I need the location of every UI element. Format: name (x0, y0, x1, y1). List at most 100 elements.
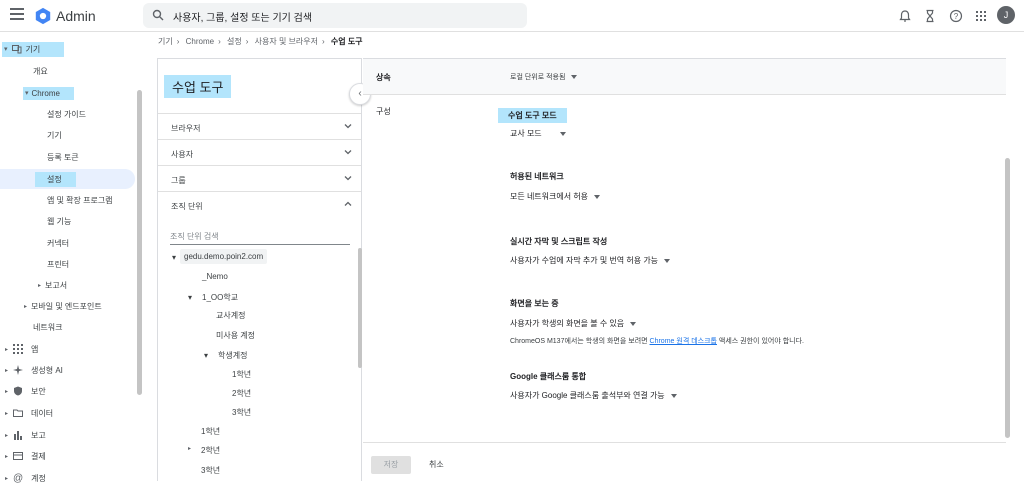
breadcrumb-chevron-icon: › (321, 37, 325, 46)
sidebar-item-label: 등록 토큰 (47, 152, 79, 162)
sidebar-item-label: 설정 가이드 (47, 109, 87, 119)
sidebar-item-printers[interactable]: 프린터 (47, 254, 69, 274)
sidebar-item-label: 설정 (35, 171, 76, 187)
credit-card-icon (13, 452, 24, 460)
bell-icon[interactable] (898, 9, 912, 23)
dropdown-arrow-icon (630, 321, 637, 326)
apps-icon (13, 344, 24, 354)
sidebar-item-label: 프린터 (47, 259, 70, 269)
sidebar-item-label: 커넥터 (47, 238, 70, 248)
tree-node-grade3[interactable]: 3학년 (232, 407, 251, 418)
allowed-network-dropdown[interactable]: 모든 네트워크에서 허용 (510, 191, 601, 202)
org-panel-scrollbar[interactable] (358, 248, 362, 368)
tree-node-teacher-account[interactable]: 교사계정 (216, 310, 245, 321)
sidebar-item-security[interactable]: ▸ 보안 (5, 381, 46, 401)
sidebar-item-apps[interactable]: ▸ 앱 (5, 339, 38, 359)
accordion-groups[interactable]: 그룹 (158, 165, 361, 191)
caret-right-icon: ▸ (5, 475, 9, 482)
tree-node-grade2[interactable]: 2학년 (232, 388, 251, 399)
caret-right-icon: ▸ (5, 432, 9, 439)
tree-node-top-grade1[interactable]: 1학년 (201, 426, 220, 437)
sidebar-item-devices[interactable]: ▾ 기기 (2, 39, 65, 59)
panel-title: 수업 도구 (164, 75, 232, 98)
note-prefix: ChromeOS M137에서는 학생의 화면을 보려면 (510, 338, 650, 345)
tree-node-grade1[interactable]: 1학년 (232, 369, 251, 380)
menu-icon[interactable] (10, 8, 24, 22)
tree-node-nemo[interactable]: _Nemo (202, 272, 228, 281)
tree-caret-down-icon[interactable]: ▾ (188, 293, 192, 302)
tree-caret-right-icon[interactable]: ▸ (188, 445, 191, 452)
sidebar-item-setup-guide[interactable]: 설정 가이드 (47, 104, 86, 124)
sidebar-item-enroll-token[interactable]: 등록 토큰 (47, 147, 79, 167)
breadcrumb-devices[interactable]: 기기 (158, 37, 173, 46)
accordion-users[interactable]: 사용자 (158, 139, 361, 165)
sidebar-item-reports[interactable]: ▸ 보고서 (38, 275, 67, 295)
accordion-browser[interactable]: 브라우저 (158, 113, 361, 139)
apps-grid-icon[interactable] (974, 9, 988, 23)
sidebar-item-web-features[interactable]: 웹 기능 (47, 211, 71, 231)
tree-node-unused-account[interactable]: 미사용 계정 (216, 330, 255, 341)
sidebar-item-label: 결제 (31, 451, 46, 461)
breadcrumb-chrome[interactable]: Chrome (186, 37, 214, 46)
sidebar-item-network[interactable]: 네트워크 (33, 317, 62, 337)
class-tools-mode-dropdown[interactable]: 교사 모드 (510, 128, 566, 139)
hourglass-icon[interactable] (923, 9, 937, 23)
breadcrumb-settings[interactable]: 설정 (227, 37, 242, 46)
tree-node-root[interactable]: gedu.demo.poin2.com (180, 249, 268, 264)
action-footer: 저장 취소 (363, 442, 1006, 481)
remote-desktop-link[interactable]: Chrome 원격 데스크톱 (650, 338, 717, 345)
accordion-label: 조직 단위 (171, 202, 203, 211)
sidebar-scrollbar[interactable] (137, 90, 142, 395)
search-placeholder: 사용자, 그룹, 설정 또는 기기 검색 (173, 13, 313, 24)
tree-caret-down-icon[interactable]: ▾ (204, 351, 208, 360)
sidebar-item-label: 계정 (31, 473, 46, 483)
captions-dropdown[interactable]: 사용자가 수업에 자막 추가 및 번역 허용 가능 (510, 255, 671, 266)
help-icon[interactable]: ? (949, 9, 963, 23)
sidebar-item-connectors[interactable]: 커넥터 (47, 233, 69, 253)
sidebar-item-label: 모바일 및 엔드포인트 (31, 301, 102, 311)
cancel-button[interactable]: 취소 (429, 456, 444, 474)
class-tools-mode-title: 수업 도구 모드 (498, 108, 567, 123)
accordion-org-units[interactable]: 조직 단위 (158, 191, 361, 217)
caret-right-icon: ▸ (24, 303, 28, 310)
sidebar-item-settings[interactable]: 설정 (0, 169, 135, 189)
sidebar-chrome-highlight: ▾ Chrome (23, 86, 74, 100)
chevron-down-icon (344, 124, 352, 129)
breadcrumb-users-browsers[interactable]: 사용자 및 브라우저 (255, 37, 318, 46)
sidebar-item-data[interactable]: ▸ 데이터 (5, 403, 53, 423)
sidebar-item-overview[interactable]: 개요 (33, 61, 48, 81)
breadcrumb-chevron-icon: › (245, 37, 249, 46)
tree-node-student-account[interactable]: 학생계정 (218, 350, 247, 361)
inherit-dropdown[interactable]: 로컬 단위로 적용됨 (510, 72, 578, 82)
screen-view-dropdown[interactable]: 사용자가 학생의 화면을 볼 수 있음 (510, 318, 637, 329)
search-bar[interactable]: 사용자, 그룹, 설정 또는 기기 검색 (143, 3, 527, 28)
sidebar-item-chrome[interactable]: ▾ Chrome (23, 83, 74, 103)
org-unit-search-input[interactable]: 조직 단위 검색 (170, 231, 350, 245)
sidebar-item-gen-ai[interactable]: ▸ 생성형 AI (5, 360, 63, 380)
classroom-dropdown[interactable]: 사용자가 Google 클래스룸 출석부와 연결 가능 (510, 390, 677, 401)
tree-caret-down-icon[interactable]: ▾ (172, 253, 176, 262)
save-button[interactable]: 저장 (371, 456, 411, 474)
admin-logo-icon[interactable] (34, 7, 52, 25)
caret-right-icon: ▸ (5, 346, 9, 353)
breadcrumb-chevron-icon: › (176, 37, 180, 46)
breadcrumb-current: 수업 도구 (330, 37, 363, 46)
sidebar-item-apps-extensions[interactable]: 앱 및 확장 프로그램 (47, 190, 113, 210)
sidebar-item-billing[interactable]: ▸ 결제 (5, 446, 46, 466)
screen-view-note: ChromeOS M137에서는 학생의 화면을 보려면 Chrome 원격 데… (510, 336, 804, 346)
sidebar-item-label: 보고 (31, 430, 46, 440)
sidebar-item-report[interactable]: ▸ 보고 (5, 425, 46, 445)
captions-value: 사용자가 수업에 자막 추가 및 번역 허용 가능 (510, 256, 659, 265)
brand-title[interactable]: Admin (56, 8, 96, 24)
tree-node-top-grade3[interactable]: 3학년 (201, 465, 220, 476)
inheritance-row: 상속 로컬 단위로 적용됨 (363, 59, 1006, 95)
svg-text:?: ? (954, 12, 959, 21)
sidebar-item-mobile-endpoints[interactable]: ▸ 모바일 및 엔드포인트 (24, 296, 102, 316)
sidebar-item-chrome-devices[interactable]: 기기 (47, 125, 62, 145)
tree-node-top-grade2[interactable]: 2학년 (201, 445, 220, 456)
tree-node-school1[interactable]: 1_OO학교 (202, 292, 238, 303)
settings-scrollbar[interactable] (1005, 158, 1010, 438)
sidebar-item-account[interactable]: ▸ @ 계정 (5, 468, 46, 488)
avatar[interactable]: J (997, 6, 1015, 24)
dropdown-arrow-icon (664, 258, 671, 263)
